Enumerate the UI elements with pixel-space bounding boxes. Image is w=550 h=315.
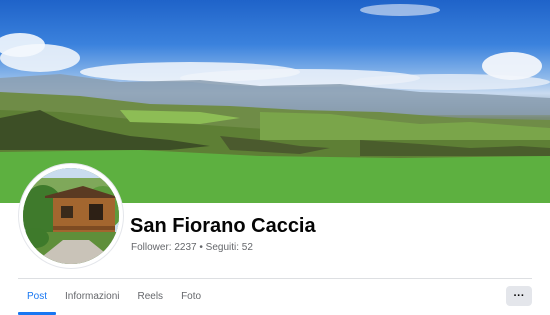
tab-post[interactable]: Post — [18, 279, 57, 315]
tab-reels[interactable]: Reels — [128, 279, 172, 314]
tab-informazioni[interactable]: Informazioni — [56, 279, 128, 314]
follower-stats: Follower: 2237 • Seguiti: 52 — [131, 242, 253, 253]
profile-avatar[interactable] — [19, 164, 123, 268]
cabin-image — [23, 168, 119, 264]
page-title: San Fiorano Caccia — [130, 215, 316, 237]
profile-tabs: Post Informazioni Reels Foto — [18, 279, 210, 315]
more-dots-icon: ··· — [513, 289, 525, 302]
tab-foto[interactable]: Foto — [172, 279, 210, 314]
more-options-button[interactable]: ··· — [506, 286, 532, 306]
